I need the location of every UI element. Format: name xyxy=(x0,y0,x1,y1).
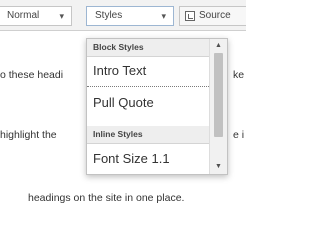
source-icon xyxy=(185,11,195,21)
source-button[interactable]: Source xyxy=(179,6,246,26)
format-combo[interactable]: Normal ▾ xyxy=(0,6,72,26)
style-option-pull-quote[interactable]: Pull Quote xyxy=(87,89,209,119)
dropdown-scrollbar[interactable]: ▲ ▼ xyxy=(209,39,227,174)
block-styles-header: Block Styles xyxy=(87,39,209,57)
scrollbar-thumb[interactable] xyxy=(214,53,223,137)
source-button-label: Source xyxy=(199,10,231,21)
style-option-font-size-1-1[interactable]: Font Size 1.1 xyxy=(87,144,209,174)
chevron-down-icon: ▾ xyxy=(59,11,64,21)
styles-combo[interactable]: Styles ▾ xyxy=(86,6,174,26)
style-option-intro-text[interactable]: Intro Text xyxy=(87,57,209,87)
editor-stage: Normal ▾ Styles ▾ Source o these headi h… xyxy=(0,0,246,215)
content-line: headings on the site in one place. xyxy=(28,192,185,204)
format-combo-value: Normal xyxy=(7,10,40,21)
scroll-up-icon[interactable]: ▲ xyxy=(210,39,227,53)
content-line: highlight the xyxy=(0,129,57,141)
inline-styles-header: Inline Styles xyxy=(87,126,209,144)
styles-combo-value: Styles xyxy=(95,10,123,21)
chevron-down-icon: ▾ xyxy=(161,11,166,21)
content-line: o these headi xyxy=(0,69,64,81)
editor-toolbar: Normal ▾ Styles ▾ Source xyxy=(0,0,246,31)
content-fragment: ke xyxy=(233,69,245,81)
scroll-down-icon[interactable]: ▼ xyxy=(210,160,227,174)
styles-dropdown: Block Styles Intro Text Pull Quote Inlin… xyxy=(86,38,228,175)
content-fragment: e i xyxy=(233,129,245,141)
